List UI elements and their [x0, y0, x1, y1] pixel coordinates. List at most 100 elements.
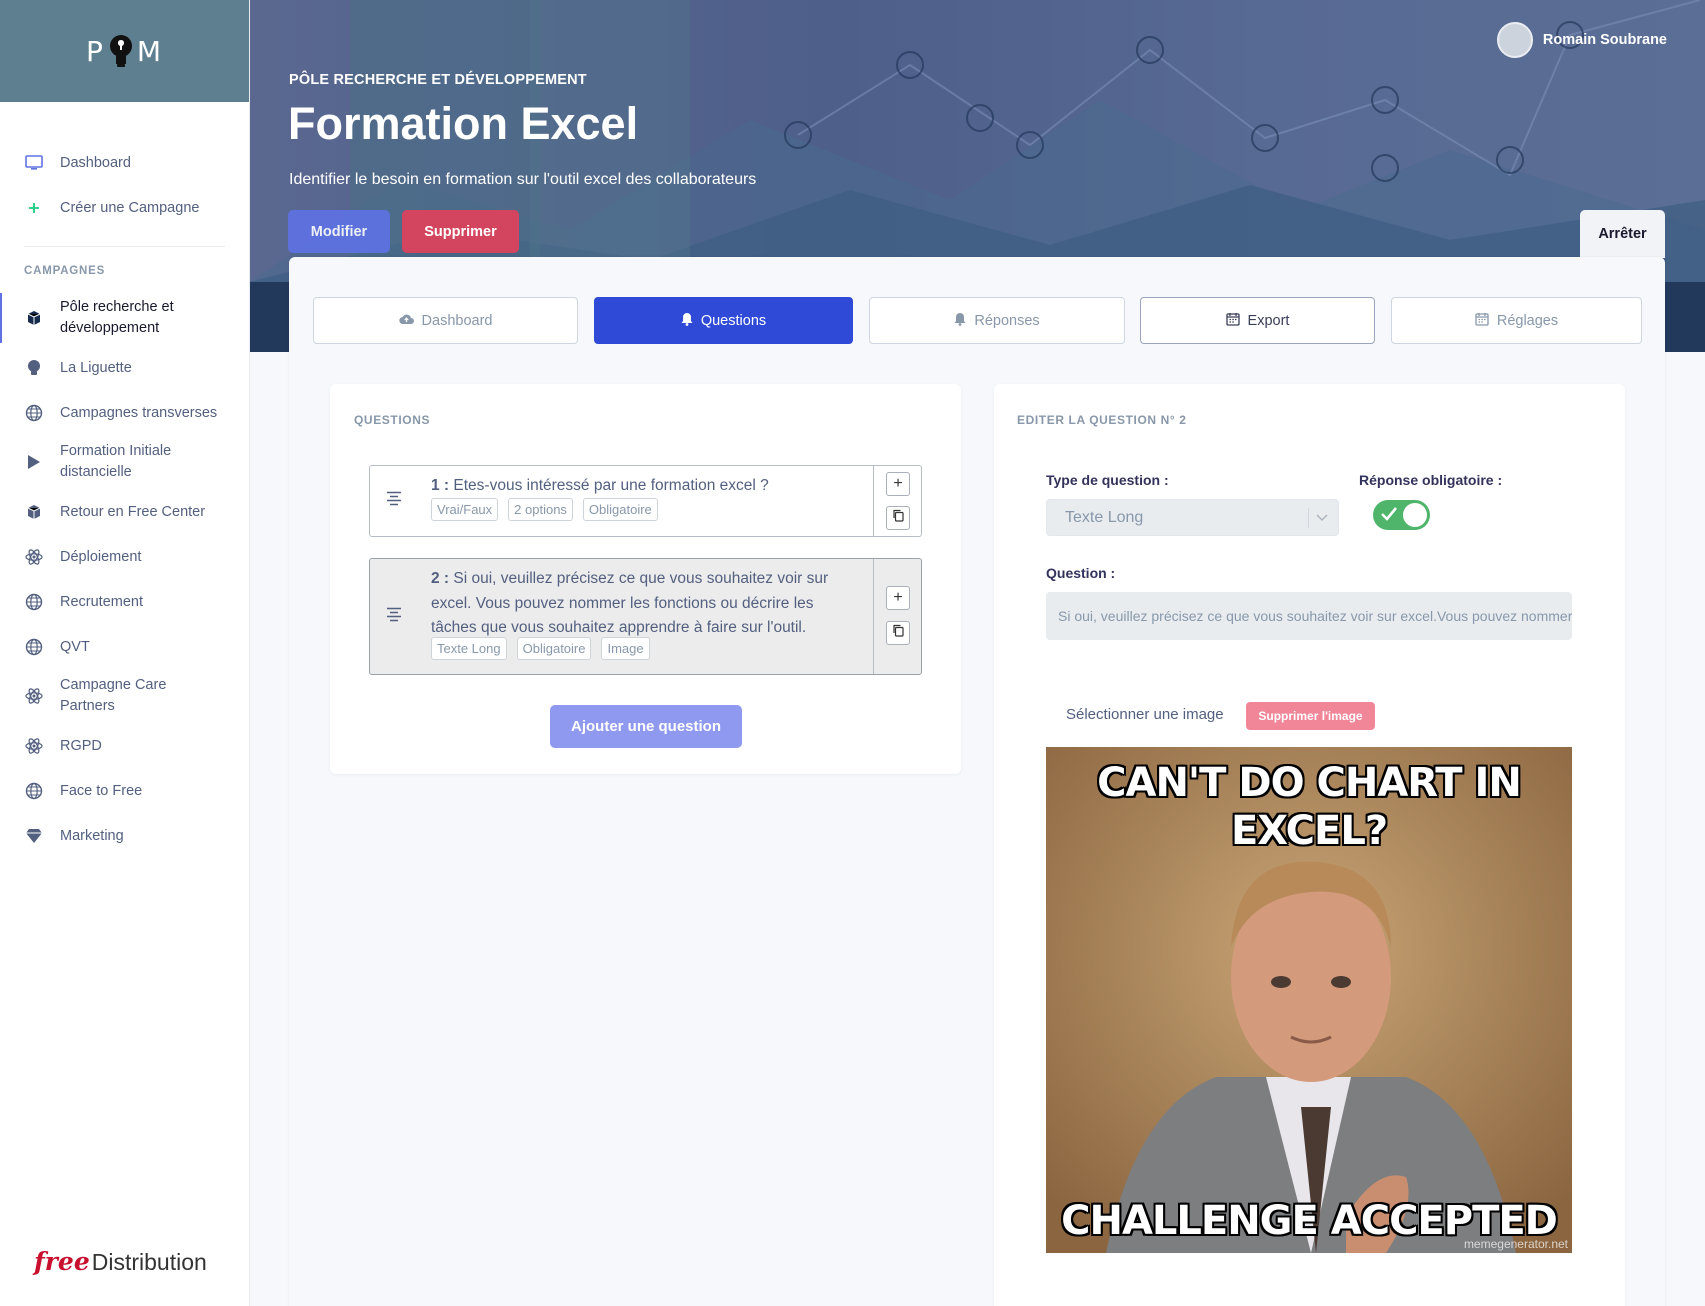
question-label: Si oui, veuillez précisez ce que vous so…	[431, 570, 829, 636]
question-field-label: Question :	[1046, 565, 1116, 581]
tab-questions[interactable]: Questions	[594, 297, 853, 344]
sidebar-item-deploiement[interactable]: Déploiement	[0, 534, 249, 579]
sidebar-item-la-liguette[interactable]: La Liguette	[0, 345, 249, 390]
toggle-knob	[1403, 503, 1427, 527]
atom-icon	[24, 686, 44, 706]
question-tags: Texte Long Obligatoire Image	[431, 637, 650, 660]
sidebar-item-label: Campagnes transverses	[60, 404, 218, 421]
avatar	[1496, 22, 1533, 58]
sidebar-nav: Dashboard Créer une Campagne	[0, 102, 249, 230]
sidebar-item-label: Retour en Free Center	[60, 503, 206, 520]
meme-caption-top: CAN'T DO CHART IN EXCEL?	[1097, 760, 1522, 854]
tab-export[interactable]: Export	[1140, 297, 1375, 344]
logo[interactable]: P M	[0, 0, 249, 102]
sidebar-item-pole-recherche[interactable]: Pôle recherche et développement	[0, 291, 249, 345]
sidebar-item-label: Recrutement	[60, 593, 144, 610]
drag-handle-icon[interactable]	[386, 491, 404, 511]
calendar-icon	[1225, 312, 1240, 330]
tab-label: Réponses	[974, 312, 1040, 329]
sidebar-item-label: Campagne Care Partners	[60, 677, 167, 714]
tab-reponses[interactable]: Réponses	[869, 297, 1125, 344]
atom-icon	[24, 547, 44, 567]
question-text: 2 : Si oui, veuillez précisez ce que vou…	[431, 567, 851, 641]
diamond-icon	[24, 826, 44, 846]
bell-icon	[681, 312, 693, 330]
question-number: 2 :	[431, 570, 450, 587]
question-number: 1 :	[431, 477, 450, 494]
globe-icon	[24, 592, 44, 612]
tab-label: Questions	[700, 312, 767, 329]
sidebar-item-marketing[interactable]: Marketing	[0, 813, 249, 858]
monitor-icon	[24, 153, 44, 173]
copy-icon	[892, 509, 904, 527]
lightbulb-icon	[107, 33, 135, 69]
tab-label: Export	[1247, 312, 1290, 329]
globe-icon	[24, 403, 44, 423]
duplicate-question-button[interactable]	[886, 506, 910, 530]
atom-icon	[24, 736, 44, 756]
sidebar: P M Dashboard Créer une Campagne CAMPAGN…	[0, 0, 250, 1306]
sidebar-divider	[24, 246, 225, 247]
sidebar-item-label: Dashboard	[60, 154, 131, 171]
sidebar-item-create-campaign[interactable]: Créer une Campagne	[0, 185, 249, 230]
add-question-button[interactable]: Ajouter une question	[550, 705, 742, 748]
question-type-select[interactable]: Texte Long	[1046, 499, 1339, 536]
required-toggle[interactable]	[1373, 500, 1430, 530]
sidebar-item-recrutement[interactable]: Recrutement	[0, 579, 249, 624]
question-tag: Image	[601, 637, 650, 660]
page-description: Identifier le besoin en formation sur l'…	[289, 171, 757, 188]
question-tag: Obligatoire	[516, 637, 592, 660]
question-image: CAN'T DO CHART IN EXCEL? CHALLENGE ACCEP…	[1046, 747, 1572, 1253]
question-actions: +	[873, 559, 921, 674]
logo-letter-m: M	[136, 34, 164, 68]
question-text: 1 : Etes-vous intéressé par une formatio…	[431, 474, 851, 499]
sidebar-item-label: QVT	[60, 638, 90, 655]
campaign-group-label: PÔLE RECHERCHE ET DÉVELOPPEMENT	[289, 72, 587, 88]
user-menu[interactable]: Romain Soubrane	[1496, 22, 1667, 58]
sidebar-item-label: Marketing	[60, 827, 124, 844]
globe-icon	[24, 781, 44, 801]
sidebar-item-face-to-free[interactable]: Face to Free	[0, 768, 249, 813]
tab-label: Dashboard	[421, 312, 493, 329]
question-type-value: Texte Long	[1065, 508, 1144, 526]
select-image-label[interactable]: Sélectionner une image	[1066, 706, 1224, 723]
questions-panel-title: QUESTIONS	[354, 413, 431, 427]
question-row-1[interactable]: 1 : Etes-vous intéressé par une formatio…	[369, 465, 922, 537]
user-name: Romain Soubrane	[1542, 32, 1667, 48]
meme-watermark: memegenerator.net	[1463, 1237, 1568, 1251]
check-icon	[1380, 506, 1398, 527]
questions-panel: QUESTIONS 1 : Etes-vous intéressé par un…	[330, 384, 961, 774]
sidebar-item-label: La Liguette	[60, 359, 132, 376]
globe-icon	[24, 637, 44, 657]
page-title: Formation Excel	[288, 98, 639, 149]
tab-reglages[interactable]: Réglages	[1391, 297, 1642, 344]
bulb-icon	[24, 358, 44, 378]
drag-handle-icon[interactable]	[386, 607, 404, 626]
cube-icon	[24, 308, 44, 328]
campaign-tabs: Dashboard Questions Réponses Export Régl…	[313, 297, 1643, 345]
tab-dashboard[interactable]: Dashboard	[313, 297, 578, 344]
question-actions: +	[873, 466, 921, 536]
sidebar-item-rgpd[interactable]: RGPD	[0, 723, 249, 768]
question-row-2[interactable]: 2 : Si oui, veuillez précisez ce que vou…	[369, 558, 922, 675]
sidebar-item-formation-initiale[interactable]: Formation Initiale distancielle	[0, 435, 249, 489]
delete-campaign-button[interactable]: Supprimer	[402, 210, 519, 253]
duplicate-question-button[interactable]	[886, 621, 910, 645]
modify-button[interactable]: Modifier	[288, 210, 390, 253]
sidebar-item-retour-free-center[interactable]: Retour en Free Center	[0, 489, 249, 534]
sidebar-item-campagnes-transverses[interactable]: Campagnes transverses	[0, 390, 249, 435]
plus-icon	[24, 198, 44, 218]
sidebar-item-qvt[interactable]: QVT	[0, 624, 249, 669]
stop-campaign-button[interactable]: Arrêter	[1580, 210, 1665, 258]
play-icon	[24, 452, 44, 472]
delete-image-button[interactable]: Supprimer l'image	[1246, 702, 1375, 730]
add-after-button[interactable]: +	[886, 472, 910, 496]
question-text-input[interactable]: Si oui, veuillez précisez ce que vous so…	[1046, 592, 1572, 640]
sidebar-item-dashboard[interactable]: Dashboard	[0, 140, 249, 185]
add-after-button[interactable]: +	[886, 586, 910, 610]
sidebar-item-label: Pôle recherche et développement	[60, 299, 174, 336]
sidebar-item-care-partners[interactable]: Campagne Care Partners	[0, 669, 249, 723]
edit-panel-title: EDITER LA QUESTION N° 2	[1017, 413, 1187, 427]
sidebar-heading: CAMPAGNES	[24, 265, 106, 277]
question-tag: 2 options	[508, 498, 573, 521]
